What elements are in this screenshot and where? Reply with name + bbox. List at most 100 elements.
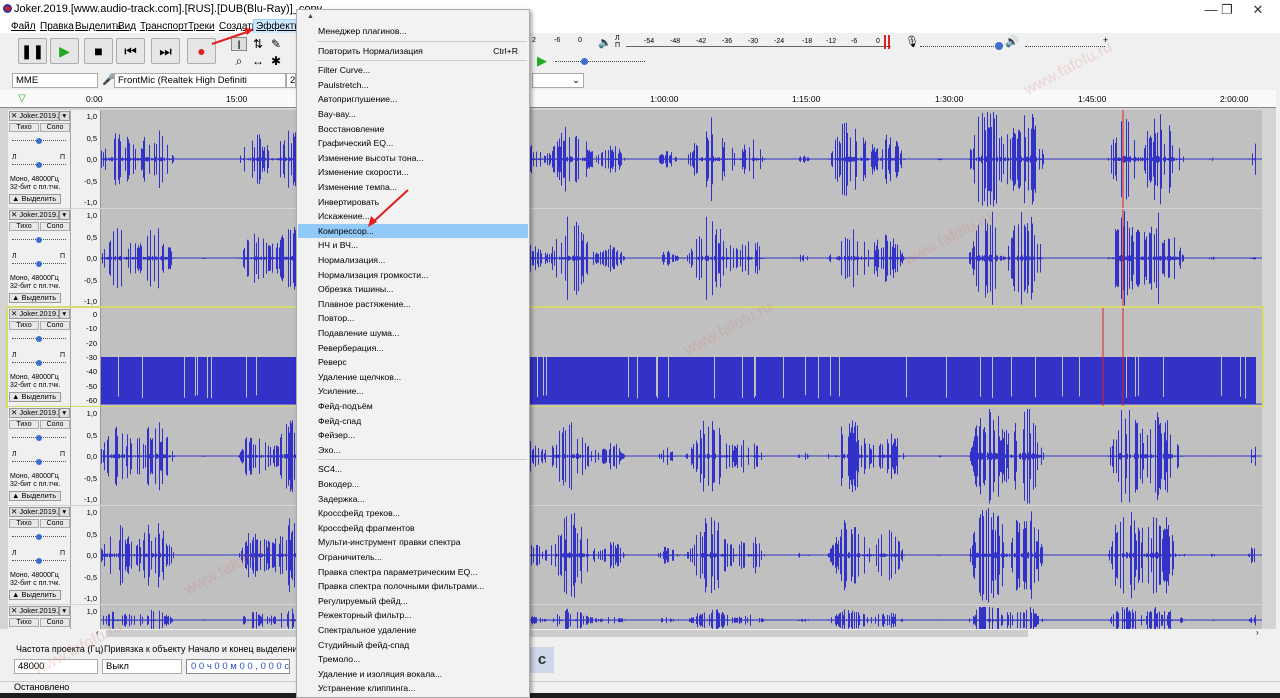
effects-menu-item[interactable]: Изменение темпа... xyxy=(298,180,528,195)
effects-menu-item[interactable]: Автоприглушение... xyxy=(298,92,528,107)
effects-menu-item[interactable]: Фейд-подъём xyxy=(298,399,528,414)
effects-menu-item[interactable]: Изменение скорости... xyxy=(298,165,528,180)
gain-slider[interactable] xyxy=(12,435,66,441)
menu-view[interactable]: Вид xyxy=(116,20,138,33)
effects-menu-item[interactable]: Фейзер... xyxy=(298,428,528,443)
solo-button[interactable]: Соло xyxy=(40,420,70,429)
solo-button[interactable]: Соло xyxy=(40,618,70,627)
track-control-panel[interactable]: ✕ Joker.2019.[ ▾ Тихо Соло Л П Моно, 480… xyxy=(8,308,71,406)
channels-select[interactable]: 2 xyxy=(286,73,296,88)
solo-button[interactable]: Соло xyxy=(40,519,70,528)
playback-device-select[interactable]: ⌄ xyxy=(532,73,584,88)
gain-slider[interactable] xyxy=(12,534,66,540)
effects-menu-item[interactable]: Paulstretch... xyxy=(298,78,528,93)
recording-device-select[interactable]: FrontMic (Realtek High Definiti xyxy=(114,73,286,88)
track-name-button[interactable]: ✕ Joker.2019.[ ▾ xyxy=(9,408,70,418)
effects-menu-item[interactable]: Устранение клиппинга... xyxy=(298,681,528,696)
multi-tool-icon[interactable]: ✱ xyxy=(268,54,284,68)
effects-menu-item[interactable]: Удаление щелчков... xyxy=(298,370,528,385)
audio-track[interactable]: ✕ Joker.2019.[ ▾ Тихо Соло 1,0 xyxy=(8,605,1262,629)
horizontal-scrollbar[interactable]: ‹ › xyxy=(8,628,1274,639)
track-control-panel[interactable]: ✕ Joker.2019.[ ▾ Тихо Соло Л П Моно, 480… xyxy=(8,209,71,307)
effects-menu-item[interactable]: Задержка... xyxy=(298,492,528,507)
audio-track[interactable]: ✕ Joker.2019.[ ▾ Тихо Соло Л П Моно, 480… xyxy=(8,209,1262,307)
effects-menu-item[interactable]: Вау-вау... xyxy=(298,107,528,122)
effects-menu-item[interactable]: Восстановление xyxy=(298,122,528,137)
timeshift-tool-icon[interactable]: ↔ xyxy=(250,54,266,68)
effects-menu-item[interactable]: Кроссфейд треков... xyxy=(298,506,528,521)
close-button[interactable]: ✕ xyxy=(1242,0,1274,20)
scroll-right-icon[interactable]: › xyxy=(1256,628,1259,637)
selection-start-time[interactable]: 0 0 ч 0 0 м 0 0 , 0 0 0 с xyxy=(186,659,290,674)
mute-button[interactable]: Тихо xyxy=(9,222,39,231)
audio-host-select[interactable]: MME xyxy=(12,73,98,88)
waveform[interactable] xyxy=(101,605,1262,629)
effects-menu-item[interactable]: Студийный фейд-спад xyxy=(298,638,528,653)
maximize-button[interactable]: ❐ xyxy=(1212,0,1242,20)
effects-menu-item[interactable]: Графический EQ... xyxy=(298,136,528,151)
audio-track[interactable]: ✕ Joker.2019.[ ▾ Тихо Соло Л П Моно, 480… xyxy=(8,506,1262,604)
mute-button[interactable]: Тихо xyxy=(9,519,39,528)
effects-menu-item[interactable]: НЧ и ВЧ... xyxy=(298,238,528,253)
effects-menu-item[interactable]: Filter Curve... xyxy=(298,63,528,78)
effects-menu-item[interactable]: Нормализация... xyxy=(298,253,528,268)
effects-menu-item[interactable]: Удаление и изоляция вокала... xyxy=(298,667,528,682)
effects-menu-item[interactable]: Инвертировать xyxy=(298,195,528,210)
effects-menu-item[interactable]: Фейд-спад xyxy=(298,414,528,429)
pause-button[interactable]: ❚❚ xyxy=(18,38,47,64)
record-volume-slider[interactable] xyxy=(920,37,1003,50)
mute-button[interactable]: Тихо xyxy=(9,321,39,330)
track-control-panel[interactable]: ✕ Joker.2019.[ ▾ Тихо Соло Л П Моно, 480… xyxy=(8,110,71,208)
timeline-ruler[interactable]: ▽ 0:00 15:00 1:00:00 1:15:00 1:30:00 1:4… xyxy=(0,90,1276,108)
waveform[interactable] xyxy=(101,110,1262,208)
solo-button[interactable]: Соло xyxy=(40,222,70,231)
effects-menu-item[interactable]: Нормализация громкости... xyxy=(298,268,528,283)
track-name-button[interactable]: ✕ Joker.2019.[ ▾ xyxy=(9,507,70,517)
waveform[interactable] xyxy=(101,209,1262,307)
effects-menu-item[interactable]: SC4... xyxy=(298,462,528,477)
gain-slider[interactable] xyxy=(12,138,66,144)
select-track-button[interactable]: ▲ Выделить xyxy=(9,194,61,204)
pan-slider[interactable] xyxy=(12,459,66,465)
effects-menu-item[interactable]: Изменение высоты тона... xyxy=(298,151,528,166)
effects-menu-item[interactable]: Регулируемый фейд... xyxy=(298,594,528,609)
effects-menu-item[interactable]: Режекторный фильтр... xyxy=(298,608,528,623)
track-control-panel[interactable]: ✕ Joker.2019.[ ▾ Тихо Соло Л П Моно, 480… xyxy=(8,506,71,604)
stop-button[interactable]: ■ xyxy=(84,38,113,64)
waveform[interactable] xyxy=(101,407,1262,505)
mute-button[interactable]: Тихо xyxy=(9,123,39,132)
track-name-button[interactable]: ✕ Joker.2019.[ ▾ xyxy=(9,210,70,220)
select-track-button[interactable]: ▲ Выделить xyxy=(9,590,61,600)
effects-menu-item[interactable]: Подавление шума... xyxy=(298,326,528,341)
play-speed-slider[interactable] xyxy=(555,58,645,65)
effects-menu-item[interactable]: Реверс xyxy=(298,355,528,370)
effects-menu-item[interactable]: Спектральное удаление xyxy=(298,623,528,638)
solo-button[interactable]: Соло xyxy=(40,321,70,330)
menu-generate[interactable]: Создать xyxy=(217,20,259,33)
scroll-thumb[interactable] xyxy=(106,630,1028,637)
play-button[interactable]: ▶ xyxy=(50,38,79,64)
pan-slider[interactable] xyxy=(12,558,66,564)
draw-tool-icon[interactable]: ✎ xyxy=(268,37,284,51)
effects-menu-item[interactable]: Обрезка тишины... xyxy=(298,282,528,297)
effects-menu-item[interactable]: Вокодер... xyxy=(298,477,528,492)
effects-menu-item[interactable]: Искажение... xyxy=(298,209,528,224)
skip-end-button[interactable]: ⏭ xyxy=(151,38,180,64)
effects-menu-item[interactable]: Мульти-инструмент правки спектра xyxy=(298,535,528,550)
track-control-panel[interactable]: ✕ Joker.2019.[ ▾ Тихо Соло xyxy=(8,605,71,629)
select-track-button[interactable]: ▲ Выделить xyxy=(9,392,61,402)
audio-track[interactable]: ✕ Joker.2019.[ ▾ Тихо Соло Л П Моно, 480… xyxy=(8,407,1262,505)
track-name-button[interactable]: ✕ Joker.2019.[ ▾ xyxy=(9,309,70,319)
pan-slider[interactable] xyxy=(12,360,66,366)
gain-slider[interactable] xyxy=(12,336,66,342)
skip-start-button[interactable]: ⏮ xyxy=(116,38,145,64)
waveform[interactable] xyxy=(101,308,1262,406)
record-button[interactable]: ● xyxy=(187,38,216,64)
pan-slider[interactable] xyxy=(12,162,66,168)
menu-transport[interactable]: Транспорт xyxy=(138,20,190,33)
menu-edit[interactable]: Правка xyxy=(38,20,76,33)
menu-scroll-up-icon[interactable]: ▲ xyxy=(307,13,314,20)
menu-tracks[interactable]: Треки xyxy=(186,20,217,33)
mute-button[interactable]: Тихо xyxy=(9,420,39,429)
select-track-button[interactable]: ▲ Выделить xyxy=(9,491,61,501)
